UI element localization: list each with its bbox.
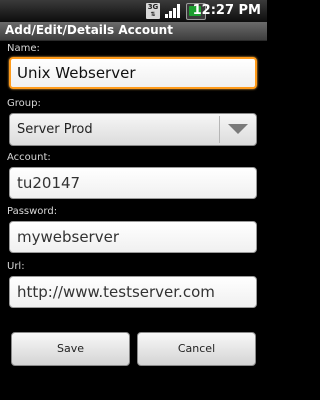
password-field[interactable]: mywebserver [9, 221, 257, 253]
url-field[interactable]: http://www.testserver.com [9, 276, 257, 308]
group-select[interactable]: Server Prod [9, 113, 257, 146]
clock: 12:27 PM [192, 3, 261, 18]
cancel-button[interactable]: Cancel [137, 332, 256, 366]
dropdown-arrow-icon [228, 124, 248, 134]
group-label: Group: [7, 98, 41, 109]
account-field[interactable]: tu20147 [9, 167, 257, 199]
network-3g-icon: 3G ⇅ [146, 3, 160, 19]
signal-strength-icon [165, 4, 180, 18]
status-bar: 3G ⇅ 12:27 PM [0, 0, 267, 22]
network-type-label: 3G [147, 3, 159, 11]
name-field[interactable]: Unix Webserver [9, 57, 257, 89]
url-label: Url: [7, 261, 25, 272]
save-button[interactable]: Save [11, 332, 130, 366]
title-bar: Add/Edit/Details Account [0, 22, 267, 41]
select-divider [219, 116, 220, 143]
password-label: Password: [7, 206, 58, 217]
group-selected-value: Server Prod [17, 122, 93, 137]
page-title: Add/Edit/Details Account [5, 23, 173, 37]
account-label: Account: [7, 152, 51, 163]
name-label: Name: [7, 43, 40, 54]
